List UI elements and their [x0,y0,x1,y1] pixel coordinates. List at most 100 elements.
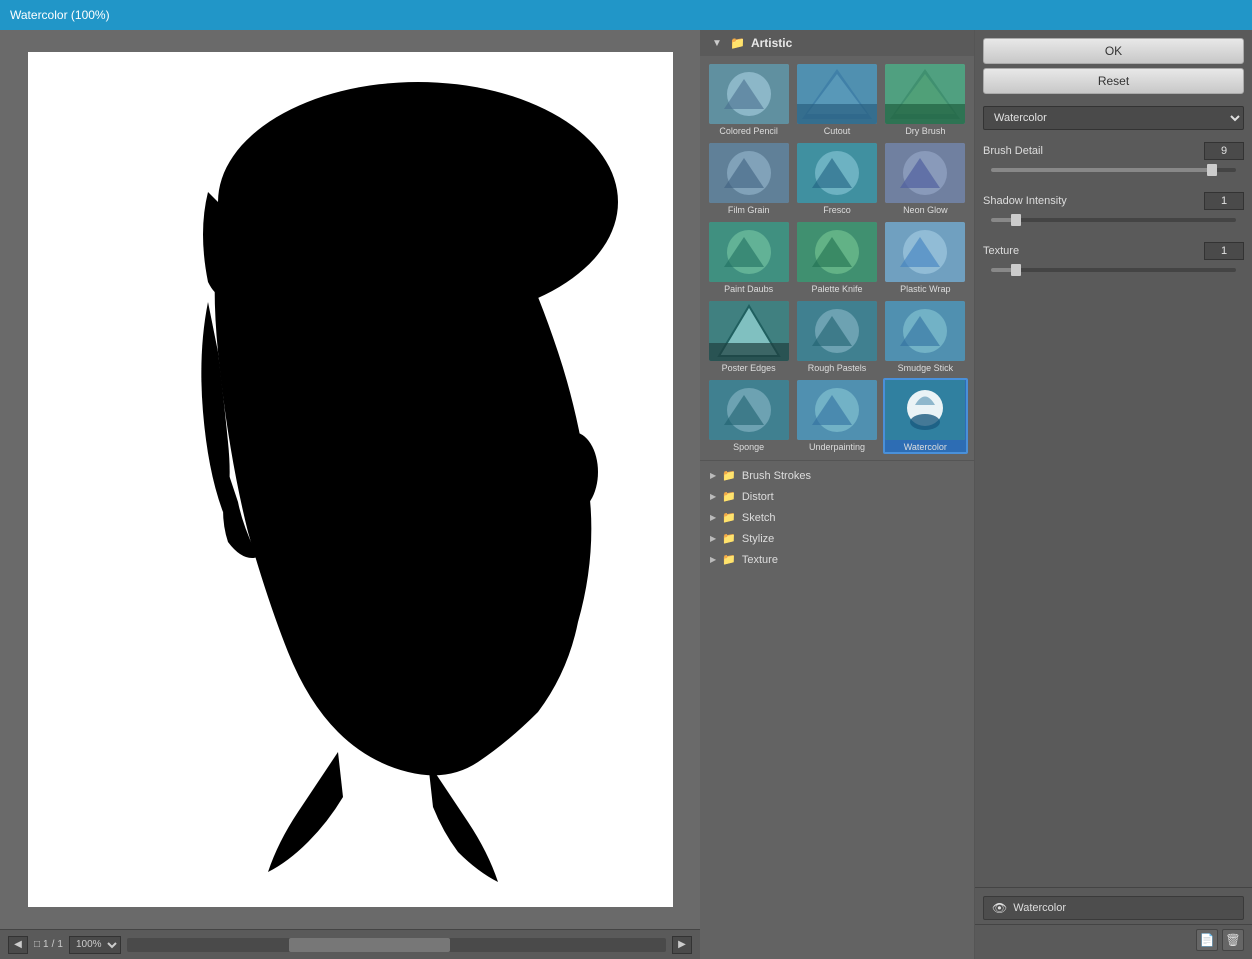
filter-name-sponge: Sponge [733,442,764,452]
reset-button[interactable]: Reset [983,68,1244,94]
filter-panel: ▼ 📁 Artistic Colored Pencil [700,30,975,959]
visibility-icon[interactable]: 👁 [992,901,1007,915]
canvas[interactable] [28,52,673,907]
thumb-fresco [797,143,877,203]
thumb-neon-glow [885,143,965,203]
shadow-intensity-row: Shadow Intensity [983,192,1244,210]
thumb-film-grain [709,143,789,203]
category-sketch[interactable]: ▶ 📁 Sketch [700,507,974,528]
filter-dropdown[interactable]: Watercolor Colored Pencil Cutout Dry Bru… [983,106,1244,130]
filter-dry-brush[interactable]: Dry Brush [883,62,968,138]
delete-effect-btn[interactable]: 🗑 [1222,929,1244,951]
effect-bottom: 📄 🗑 [975,924,1252,955]
filter-film-grain[interactable]: Film Grain [706,141,791,217]
category-brush-strokes[interactable]: ▶ 📁 Brush Strokes [700,465,974,486]
new-effect-icon: 📄 [1200,933,1215,947]
shadow-intensity-input[interactable] [1204,192,1244,210]
thumb-paint-daubs [709,222,789,282]
filter-cutout[interactable]: Cutout [794,62,879,138]
texture-slider-container [983,268,1244,292]
filter-name-watercolor: Watercolor [904,442,947,452]
folder-brush-strokes: 📁 [722,469,736,482]
thumb-dry-brush [885,64,965,124]
filter-name-fresco: Fresco [823,205,851,215]
filter-name-film-grain: Film Grain [728,205,770,215]
brush-detail-fill [991,168,1212,172]
category-stylize[interactable]: ▶ 📁 Stylize [700,528,974,549]
page-info: □ 1 / 1 [34,939,63,950]
thumb-palette-knife [797,222,877,282]
filter-palette-knife[interactable]: Palette Knife [794,220,879,296]
filter-name-smudge-stick: Smudge Stick [898,363,954,373]
folder-stylize: 📁 [722,532,736,545]
filter-paint-daubs[interactable]: Paint Daubs [706,220,791,296]
thumb-cutout [797,64,877,124]
filter-name-dry-brush: Dry Brush [905,126,945,136]
page-current: 1 [43,939,49,950]
horizontal-scrollbar[interactable] [127,938,666,952]
thumb-colored-pencil [709,64,789,124]
canvas-wrapper [0,30,700,929]
texture-thumb[interactable] [1011,264,1021,276]
shadow-intensity-thumb[interactable] [1011,214,1021,226]
filter-rough-pastels[interactable]: Rough Pastels [794,299,879,375]
delete-effect-icon: 🗑 [1225,933,1240,947]
texture-row: Texture [983,242,1244,260]
title-text: Watercolor (100%) [10,8,110,22]
label-brush-strokes: Brush Strokes [742,470,811,482]
ok-button[interactable]: OK [983,38,1244,64]
filter-fresco[interactable]: Fresco [794,141,879,217]
thumb-smudge-stick [885,301,965,361]
scroll-left-btn[interactable]: ◀ [8,936,28,954]
filter-underpainting[interactable]: Underpainting [794,378,879,454]
brush-detail-thumb[interactable] [1207,164,1217,176]
shadow-intensity-track [991,218,1236,222]
section-label: Artistic [751,36,792,50]
shadow-intensity-slider-container [983,218,1244,242]
label-distort: Distort [742,491,774,503]
zoom-select[interactable]: 100% 50% 25% 200% [69,936,121,954]
main-container: ◀ □ 1 / 1 100% 50% 25% 200% ▶ ▼ 📁 A [0,30,1252,959]
filter-sponge[interactable]: Sponge [706,378,791,454]
filter-grid: Colored Pencil Cutout [700,56,974,460]
filter-selector: Watercolor Colored Pencil Cutout Dry Bru… [975,102,1252,134]
filter-name-plastic-wrap: Plastic Wrap [900,284,950,294]
thumb-poster-edges [709,301,789,361]
filter-poster-edges[interactable]: Poster Edges [706,299,791,375]
action-buttons: OK Reset [975,30,1252,102]
texture-input[interactable] [1204,242,1244,260]
scroll-right-btn[interactable]: ▶ [672,936,692,954]
arrow-stylize: ▶ [710,534,716,543]
folder-sketch: 📁 [722,511,736,524]
shadow-intensity-label: Shadow Intensity [983,195,1200,207]
filter-watercolor[interactable]: Watercolor [883,378,968,454]
category-distort[interactable]: ▶ 📁 Distort [700,486,974,507]
filter-colored-pencil[interactable]: Colored Pencil [706,62,791,138]
brush-detail-row: Brush Detail [983,142,1244,160]
filter-name-palette-knife: Palette Knife [811,284,862,294]
label-stylize: Stylize [742,533,774,545]
titlebar: Watercolor (100%) [0,0,1252,30]
scrollbar-thumb [289,938,451,952]
filter-name-neon-glow: Neon Glow [903,205,948,215]
category-texture[interactable]: ▶ 📁 Texture [700,549,974,570]
filter-plastic-wrap[interactable]: Plastic Wrap [883,220,968,296]
texture-track [991,268,1236,272]
canvas-svg [28,52,673,907]
brush-detail-label: Brush Detail [983,145,1200,157]
filter-neon-glow[interactable]: Neon Glow [883,141,968,217]
label-texture: Texture [742,554,778,566]
arrow-texture: ▶ [710,555,716,564]
new-effect-btn[interactable]: 📄 [1196,929,1218,951]
right-panel: OK Reset Watercolor Colored Pencil Cutou… [975,30,1252,959]
canvas-bottom-bar: ◀ □ 1 / 1 100% 50% 25% 200% ▶ [0,929,700,959]
filter-name-colored-pencil: Colored Pencil [719,126,778,136]
folder-distort: 📁 [722,490,736,503]
gallery-header: ▼ 📁 Artistic [700,30,974,56]
filter-name-underpainting: Underpainting [809,442,865,452]
brush-detail-input[interactable] [1204,142,1244,160]
effect-layer-watercolor: 👁 Watercolor [983,896,1244,920]
filter-smudge-stick[interactable]: Smudge Stick [883,299,968,375]
page-total: 1 [57,939,63,950]
collapse-btn[interactable]: ▼ [710,36,724,50]
